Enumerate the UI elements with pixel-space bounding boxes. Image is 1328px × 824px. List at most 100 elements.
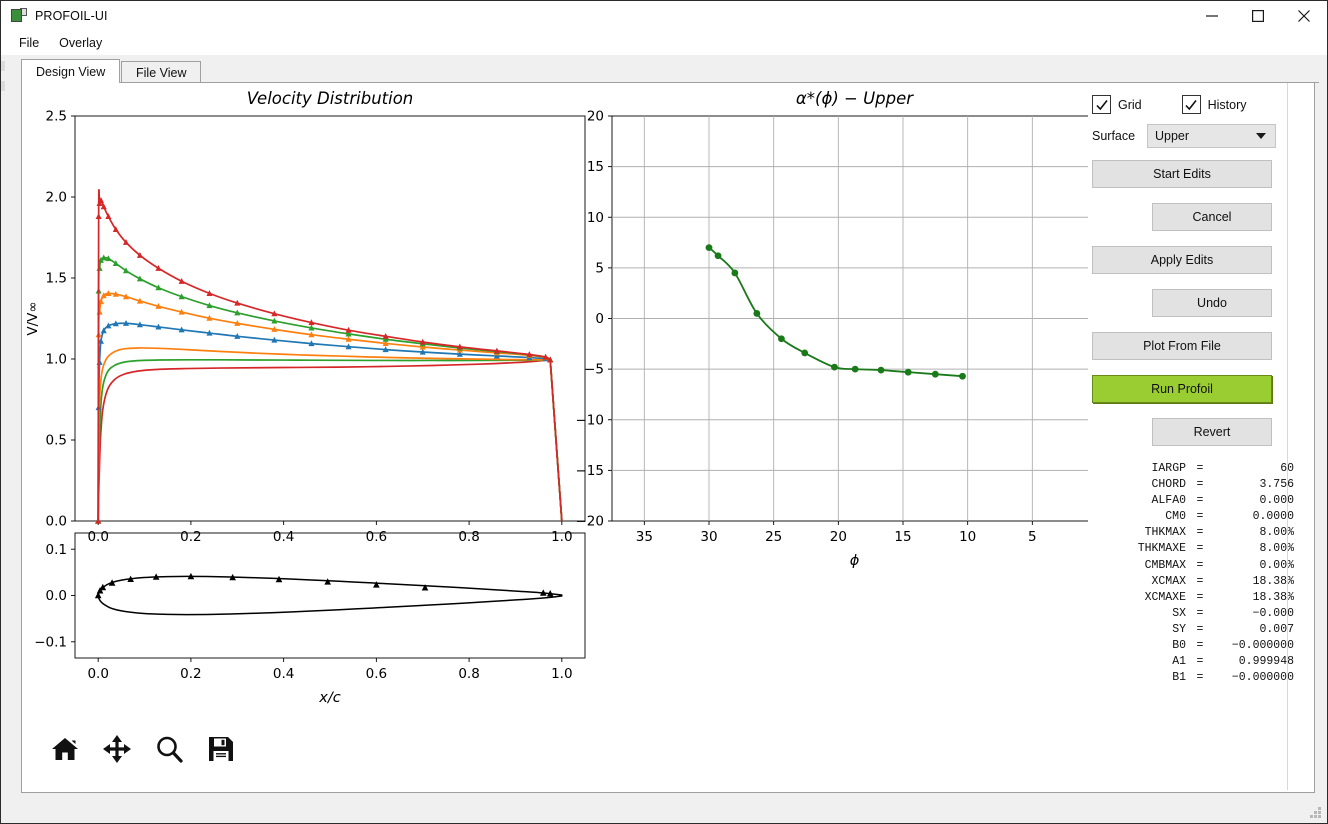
tab-design-view[interactable]: Design View xyxy=(21,59,121,84)
parameter-value: 0.00% xyxy=(1259,558,1294,572)
y-tick-label: 1.5 xyxy=(46,271,67,287)
resize-grip[interactable] xyxy=(1309,806,1321,818)
y-tick-label: 0.1 xyxy=(46,542,67,558)
data-marker xyxy=(99,583,107,591)
x-tick-label: 0.4 xyxy=(273,666,294,682)
parameter-row: B1 = −0.000000 xyxy=(1104,670,1314,686)
parameter-row: CMBMAX = 0.00% xyxy=(1104,558,1314,574)
history-checkbox-group[interactable]: History xyxy=(1181,95,1247,114)
parameter-equals: = xyxy=(1196,606,1204,620)
close-button[interactable] xyxy=(1281,1,1327,31)
zoom-icon[interactable] xyxy=(152,732,186,766)
parameter-equals: = xyxy=(1196,590,1204,604)
data-marker xyxy=(95,213,102,220)
parameter-equals: = xyxy=(1196,462,1204,475)
menu-overlay[interactable]: Overlay xyxy=(49,34,112,52)
parameter-row: XCMAXE = 18.38% xyxy=(1104,590,1314,606)
velocity-axes-frame xyxy=(74,115,586,522)
parameter-value: −0.000 xyxy=(1252,606,1294,620)
menu-file[interactable]: File xyxy=(9,34,49,52)
grid-checkbox[interactable] xyxy=(1092,95,1111,114)
airfoil-series xyxy=(97,594,563,616)
parameter-value: 18.38% xyxy=(1252,574,1294,588)
x-tick-label: 10 xyxy=(959,529,976,545)
save-icon[interactable] xyxy=(204,732,238,766)
parameter-name: THKMAXE xyxy=(1137,542,1186,556)
client-area: Design View File View Velocity Distribut… xyxy=(1,55,1327,823)
parameter-name: SY xyxy=(1172,622,1186,636)
velocity-series xyxy=(97,358,563,522)
window-controls xyxy=(1189,1,1327,31)
plot-from-file-button[interactable]: Plot From File xyxy=(1092,332,1272,360)
airfoil-x-axis-label: x/c xyxy=(318,690,340,706)
parameter-row: B0 = −0.000000 xyxy=(1104,638,1314,654)
parameter-name: XCMAX xyxy=(1151,574,1186,588)
parameter-value: 18.38% xyxy=(1252,590,1294,604)
x-tick-label: 0.2 xyxy=(180,529,201,545)
cancel-button[interactable]: Cancel xyxy=(1152,203,1272,231)
airfoil-shape-chart: −0.1 0.0 0.1 0.0 0.2 0.4 0.6 0.8 1.0 x/c xyxy=(34,532,586,706)
plots-svg: Velocity Distribution 0.0 0.5 1.0 1.5 2.0 2.5 0… xyxy=(25,89,1101,706)
parameter-row: THKMAXE = 8.00% xyxy=(1104,541,1314,557)
series-line xyxy=(97,322,552,522)
chevron-down-icon xyxy=(1256,133,1266,139)
parameter-value: −0.000000 xyxy=(1231,671,1294,685)
x-tick-label: 5 xyxy=(1028,529,1037,545)
alpha-star-series xyxy=(705,244,966,380)
start-edits-button[interactable]: Start Edits xyxy=(1092,160,1272,188)
app-icon xyxy=(11,8,27,24)
series-line xyxy=(97,256,552,522)
x-tick-label: 0.2 xyxy=(180,666,201,682)
surface-row: Surface Upper xyxy=(1088,124,1314,148)
y-tick-label: 0.5 xyxy=(46,433,67,449)
y-tick-label: 2.0 xyxy=(46,190,67,206)
parameter-equals: = xyxy=(1196,655,1204,669)
data-marker xyxy=(731,269,739,277)
profoil-ui-window: PROFOIL-UI File Overlay Design View File… xyxy=(0,0,1328,824)
x-tick-label: 0.6 xyxy=(366,529,387,545)
apply-edits-button[interactable]: Apply Edits xyxy=(1092,246,1272,274)
parameter-name: ALFA0 xyxy=(1151,494,1186,508)
x-tick-label: 0.0 xyxy=(87,666,108,682)
tab-file-view[interactable]: File View xyxy=(121,61,202,83)
parameter-equals: = xyxy=(1196,574,1204,588)
grid-checkbox-group[interactable]: Grid xyxy=(1092,95,1142,114)
minimize-button[interactable] xyxy=(1189,1,1235,31)
run-profoil-button[interactable]: Run Profoil xyxy=(1092,375,1272,403)
undo-button[interactable]: Undo xyxy=(1152,289,1272,317)
series-line xyxy=(97,594,563,616)
velocity-y-axis-label: V/V∞ xyxy=(25,301,41,335)
surface-label: Surface xyxy=(1092,129,1136,143)
velocity-series xyxy=(95,254,563,524)
surface-dropdown[interactable]: Upper xyxy=(1147,124,1276,148)
parameter-name: XCMAXE xyxy=(1144,590,1186,604)
parameter-value: 3.756 xyxy=(1259,478,1294,492)
y-tick-label: −20 xyxy=(576,514,605,530)
y-tick-label: 20 xyxy=(587,109,604,125)
x-tick-label: 1.0 xyxy=(551,529,572,545)
pan-icon[interactable] xyxy=(100,732,134,766)
series-line xyxy=(97,347,552,522)
parameter-equals: = xyxy=(1196,478,1204,492)
parameter-row: XCMAX = 18.38% xyxy=(1104,574,1314,590)
x-tick-label: 0.8 xyxy=(458,529,479,545)
velocity-series xyxy=(95,188,563,524)
series-line xyxy=(708,246,963,378)
alpha-chart-title: α*(ϕ) − Upper xyxy=(796,89,914,108)
parameter-value: 0.999948 xyxy=(1238,655,1294,669)
x-tick-label: 15 xyxy=(894,529,911,545)
parameter-value: 8.00% xyxy=(1259,526,1294,540)
y-tick-label: 2.5 xyxy=(46,109,67,125)
matplotlib-canvas[interactable]: Velocity Distribution 0.0 0.5 1.0 1.5 2.0 2.5 0… xyxy=(22,83,1122,790)
data-marker xyxy=(373,581,380,588)
home-icon[interactable] xyxy=(48,732,82,766)
history-checkbox[interactable] xyxy=(1181,95,1201,114)
y-tick-label: −10 xyxy=(576,412,605,428)
maximize-button[interactable] xyxy=(1235,1,1281,31)
parameter-value: 0.0000 xyxy=(1252,510,1294,524)
parameter-value: 0.007 xyxy=(1259,622,1294,636)
revert-button[interactable]: Revert xyxy=(1152,418,1272,446)
data-marker xyxy=(705,244,713,252)
parameter-row: SY = 0.007 xyxy=(1104,622,1314,638)
x-tick-label: 0.8 xyxy=(458,666,479,682)
